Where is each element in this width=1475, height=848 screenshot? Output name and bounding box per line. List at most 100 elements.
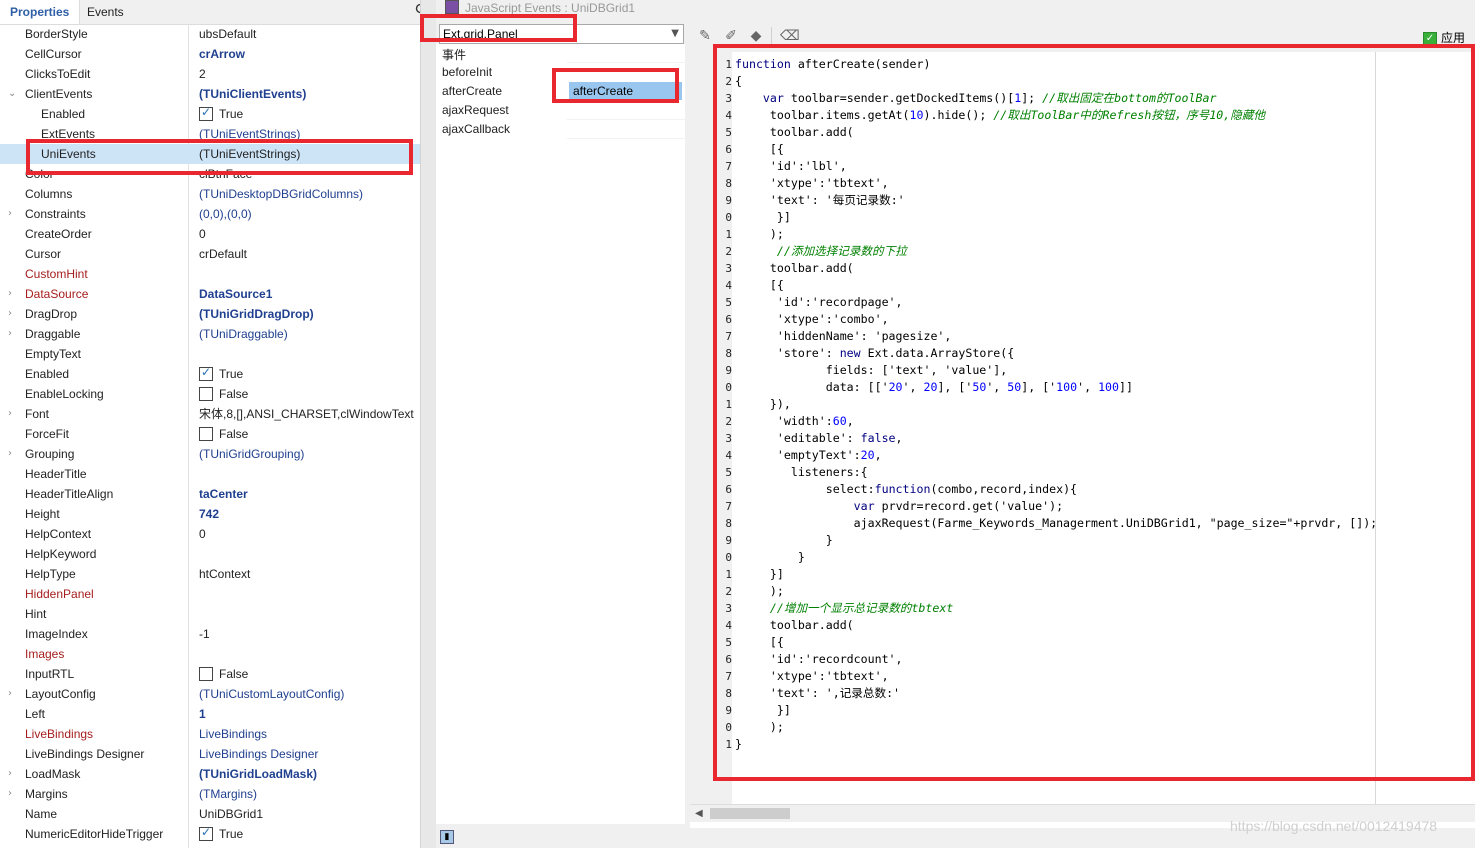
eraser-icon[interactable]: ⌫ xyxy=(780,28,800,44)
property-row[interactable]: LiveBindings Designer LiveBindings Design… xyxy=(0,744,420,764)
scrollbar-thumb[interactable] xyxy=(710,808,790,819)
property-row[interactable]: CustomHint xyxy=(0,264,420,284)
chevron-right-icon[interactable]: › xyxy=(8,284,12,304)
property-row[interactable]: Enabled True xyxy=(0,364,420,384)
property-row[interactable]: Name UniDBGrid1 xyxy=(0,804,420,824)
code-line[interactable]: } xyxy=(735,532,1470,549)
property-value[interactable]: (TMargins) xyxy=(199,784,257,804)
code-line[interactable]: }), xyxy=(735,396,1470,413)
checkbox[interactable] xyxy=(199,427,213,441)
property-row[interactable]: Columns (TUniDesktopDBGridColumns) xyxy=(0,184,420,204)
code-line[interactable]: fields: ['text', 'value'], xyxy=(735,362,1470,379)
code-line[interactable]: 'id':'recordcount', xyxy=(735,651,1470,668)
property-row[interactable]: CreateOrder 0 xyxy=(0,224,420,244)
property-row[interactable]: Color clBtnFace xyxy=(0,164,420,184)
property-row[interactable]: Enabled True xyxy=(0,104,420,124)
checkbox[interactable] xyxy=(199,365,213,381)
property-row[interactable]: › LayoutConfig (TUniCustomLayoutConfig) xyxy=(0,684,420,704)
property-value[interactable]: (TUniEventStrings) xyxy=(199,144,300,164)
property-row[interactable]: Left 1 xyxy=(0,704,420,724)
property-row[interactable]: Height 742 xyxy=(0,504,420,524)
property-row[interactable]: BorderStyle ubsDefault xyxy=(0,24,420,44)
code-line[interactable]: 'id':'lbl', xyxy=(735,158,1470,175)
code-line[interactable]: var prvdr=record.get('value'); xyxy=(735,498,1470,515)
property-value[interactable]: clBtnFace xyxy=(199,164,252,184)
property-row[interactable]: ImageIndex -1 xyxy=(0,624,420,644)
code-line[interactable]: } xyxy=(735,736,1470,753)
property-value[interactable]: 宋体,8,[],ANSI_CHARSET,clWindowText xyxy=(199,404,414,424)
property-value[interactable]: LiveBindings xyxy=(199,724,267,744)
code-line[interactable]: select:function(combo,record,index){ xyxy=(735,481,1470,498)
chevron-right-icon[interactable]: › xyxy=(8,204,12,224)
checkbox[interactable] xyxy=(199,387,213,401)
tab-properties[interactable]: Properties xyxy=(0,0,81,24)
checkbox[interactable] xyxy=(199,667,213,681)
code-line[interactable]: 'id':'recordpage', xyxy=(735,294,1470,311)
code-line[interactable]: [{ xyxy=(735,141,1470,158)
property-row[interactable]: CellCursor crArrow xyxy=(0,44,420,64)
property-value[interactable]: (TUniGridLoadMask) xyxy=(199,764,317,784)
code-line[interactable]: ajaxRequest(Farme_Keywords_Managerment.U… xyxy=(735,515,1470,532)
code-line[interactable]: //添加选择记录数的下拉 xyxy=(735,243,1470,260)
chevron-right-icon[interactable]: › xyxy=(8,764,12,784)
chevron-right-icon[interactable]: › xyxy=(8,404,12,424)
property-row[interactable]: Cursor crDefault xyxy=(0,244,420,264)
property-value[interactable]: 742 xyxy=(199,504,219,524)
property-value[interactable]: -1 xyxy=(199,624,210,644)
event-item-ajaxrequest[interactable]: ajaxRequest xyxy=(442,101,509,120)
property-value[interactable]: (TUniCustomLayoutConfig) xyxy=(199,684,344,704)
property-row[interactable]: LiveBindings LiveBindings xyxy=(0,724,420,744)
class-combo[interactable]: Ext.grid.Panel ▼ xyxy=(439,24,684,44)
property-row[interactable]: ClicksToEdit 2 xyxy=(0,64,420,84)
code-line[interactable]: toolbar.add( xyxy=(735,260,1470,277)
code-line[interactable]: ); xyxy=(735,583,1470,600)
code-line[interactable]: 'text': '每页记录数:' xyxy=(735,192,1470,209)
code-line[interactable]: 'xtype':'tbtext', xyxy=(735,175,1470,192)
property-value[interactable]: (TUniEventStrings) xyxy=(199,124,300,144)
code-line[interactable]: data: [['20', 20], ['50', 50], ['100', 1… xyxy=(735,379,1470,396)
chevron-right-icon[interactable]: › xyxy=(8,784,12,804)
code-line[interactable]: 'width':60, xyxy=(735,413,1470,430)
property-value[interactable]: 2 xyxy=(199,64,206,84)
property-row[interactable]: › Margins (TMargins) xyxy=(0,784,420,804)
code-line[interactable]: [{ xyxy=(735,277,1470,294)
code-line[interactable]: var toolbar=sender.getDockedItems()[1]; … xyxy=(735,90,1470,107)
code-line[interactable]: //增加一个显示总记录数的tbtext xyxy=(735,600,1470,617)
splitter[interactable] xyxy=(420,0,437,848)
chevron-down-icon[interactable]: ▼ xyxy=(671,25,679,43)
property-value[interactable]: (TUniGridGrouping) xyxy=(199,444,304,464)
chevron-left-icon[interactable]: ◀ xyxy=(695,805,703,822)
property-value[interactable]: taCenter xyxy=(199,484,248,504)
code-line[interactable]: }] xyxy=(735,566,1470,583)
property-value[interactable]: (TUniGridDragDrop) xyxy=(199,304,314,324)
code-text[interactable]: function afterCreate(sender){ var toolba… xyxy=(735,56,1470,753)
code-line[interactable]: ); xyxy=(735,226,1470,243)
code-line[interactable]: 'text': ',记录总数:' xyxy=(735,685,1470,702)
property-row[interactable]: HiddenPanel xyxy=(0,584,420,604)
code-line[interactable]: listeners:{ xyxy=(735,464,1470,481)
property-value[interactable]: DataSource1 xyxy=(199,284,272,304)
property-value[interactable]: (0,0),(0,0) xyxy=(199,204,252,224)
property-row[interactable]: Hint xyxy=(0,604,420,624)
code-line[interactable]: function afterCreate(sender) xyxy=(735,56,1470,73)
code-line[interactable]: 'emptyText':20, xyxy=(735,447,1470,464)
checkbox[interactable] xyxy=(199,105,213,121)
property-row[interactable]: › DragDrop (TUniGridDragDrop) xyxy=(0,304,420,324)
code-line[interactable]: 'hiddenName': 'pagesize', xyxy=(735,328,1470,345)
code-line[interactable]: ); xyxy=(735,719,1470,736)
code-editor[interactable]: 1 2 3 4 5 6 7 8 9 0 1 2 3 4 5 6 7 8 9 0 1 2 3 4 5 6 7 8 9 0 1 2 3 4 5 6 7 8 9 0… xyxy=(690,52,1475,828)
event-item-beforeinit[interactable]: beforeInit xyxy=(442,63,492,82)
property-row[interactable]: › Constraints (0,0),(0,0) xyxy=(0,204,420,224)
property-row[interactable]: › DataSource DataSource1 xyxy=(0,284,420,304)
property-row[interactable]: EnableLocking False xyxy=(0,384,420,404)
property-value[interactable]: crDefault xyxy=(199,244,247,264)
tab-events[interactable]: Events xyxy=(87,0,124,24)
property-row[interactable]: NumericEditorHideTrigger True xyxy=(0,824,420,844)
chevron-down-icon[interactable]: ⌄ xyxy=(8,84,16,104)
code-line[interactable]: 'editable': false, xyxy=(735,430,1470,447)
pin-icon[interactable]: ▮ xyxy=(440,830,454,844)
new-event-icon[interactable]: ✎ xyxy=(697,28,713,44)
clear-icon[interactable]: ◆ xyxy=(748,28,764,44)
code-line[interactable]: toolbar.add( xyxy=(735,617,1470,634)
assigned-event-aftercreate[interactable]: afterCreate xyxy=(569,82,682,100)
